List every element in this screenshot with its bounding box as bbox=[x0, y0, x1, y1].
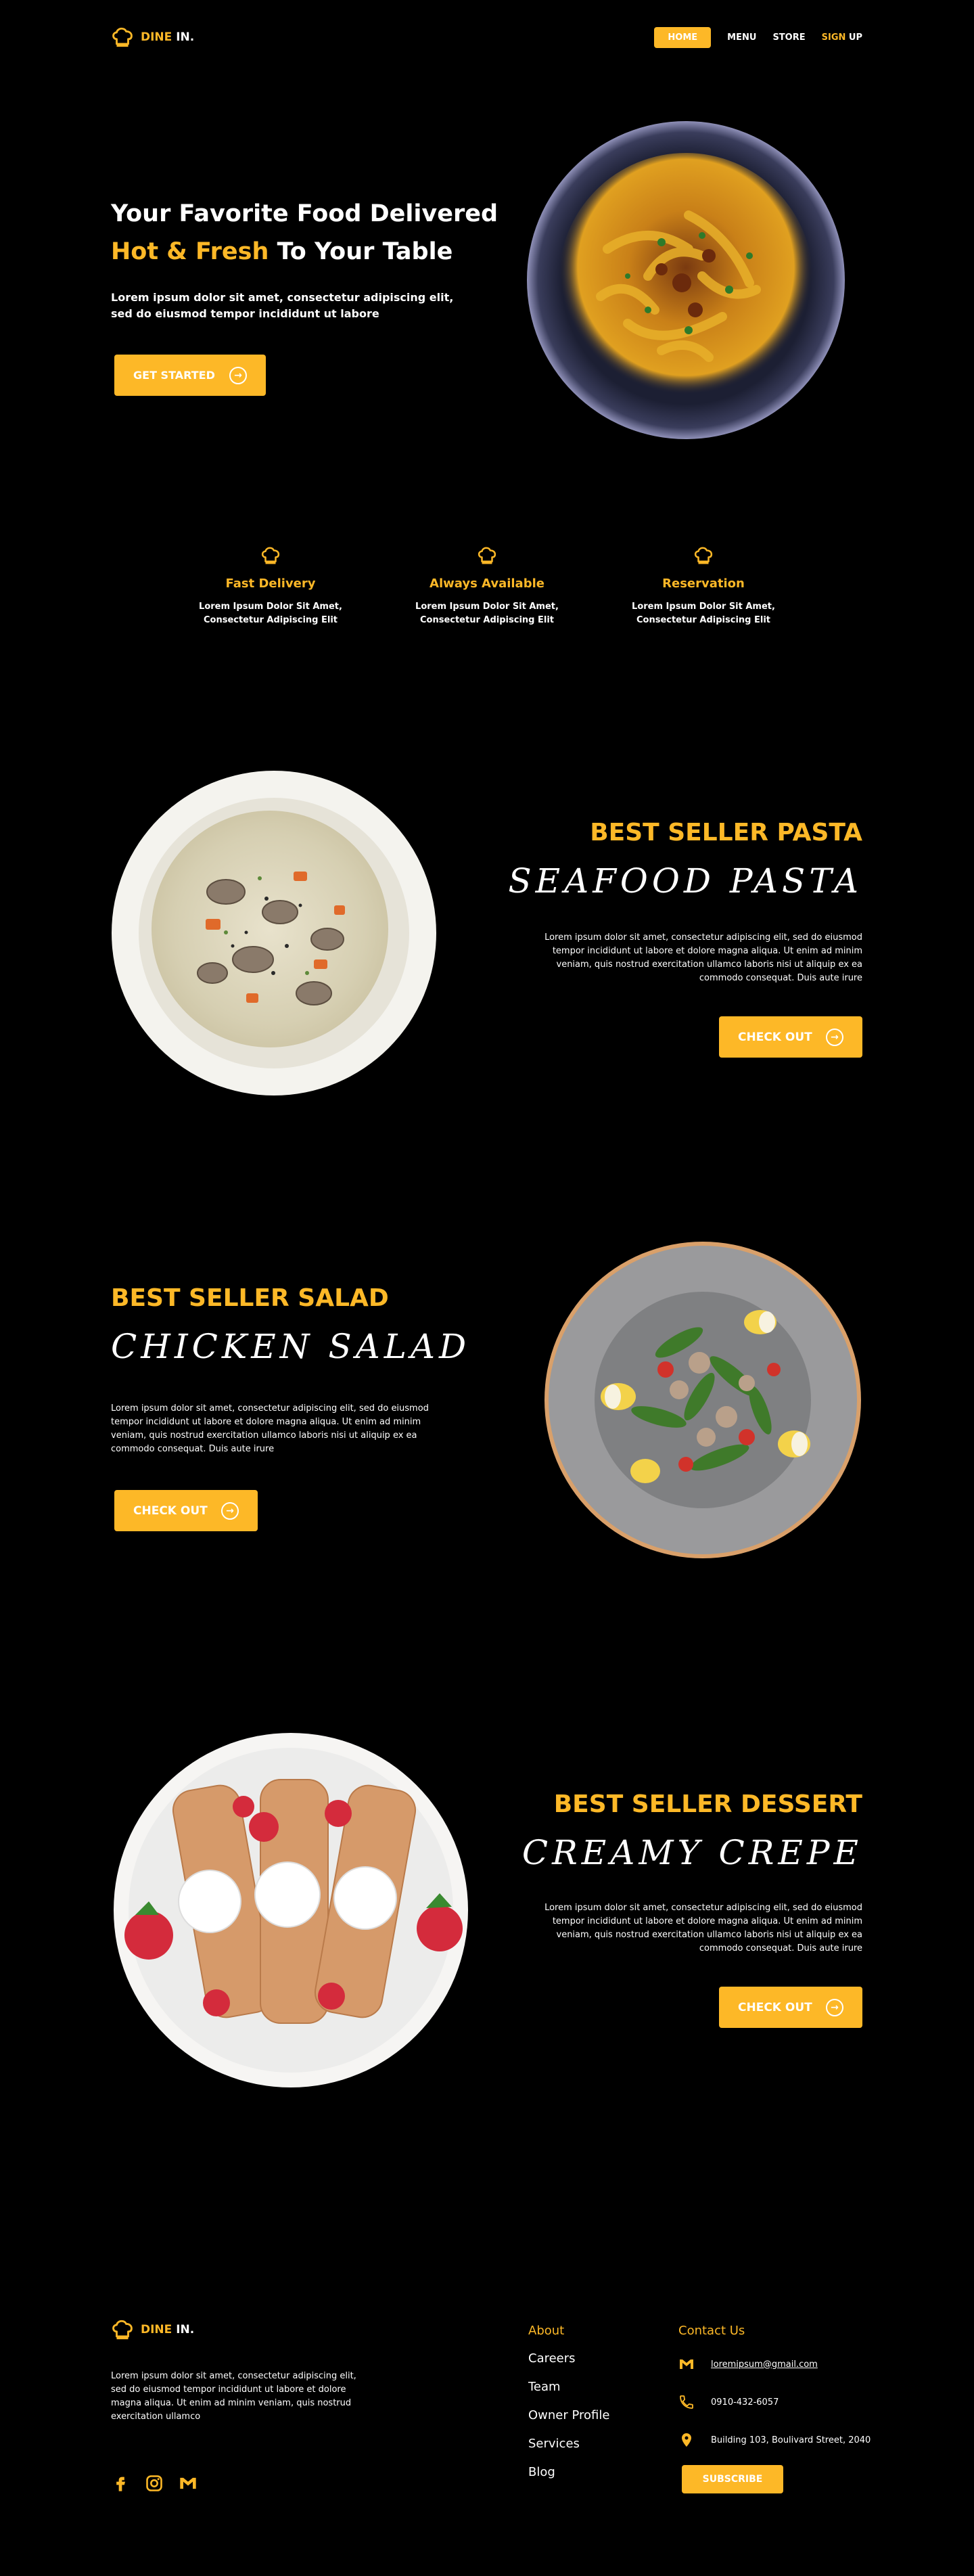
feature-title: Reservation bbox=[662, 577, 745, 591]
footer-link-owner-profile[interactable]: Owner Profile bbox=[528, 2408, 609, 2422]
main-nav: HOME MENU STORE SIGN UP bbox=[654, 27, 862, 48]
nav-home[interactable]: HOME bbox=[654, 27, 712, 48]
footer-contact: Contact Us loremipsum@gmail.com 0910-432… bbox=[678, 2324, 871, 2493]
hero-pasta-image bbox=[526, 120, 845, 440]
phone-text: 0910-432-6057 bbox=[711, 2397, 779, 2408]
section-body: Lorem ipsum dolor sit amet, consectetur … bbox=[111, 1403, 429, 1454]
feature-desc: Lorem Ipsum Dolor Sit Amet, Consectetur … bbox=[632, 602, 775, 625]
section-body: Lorem ipsum dolor sit amet, consectetur … bbox=[544, 932, 862, 983]
address-text: Building 103, Boulivard Street, 2040 bbox=[711, 2435, 871, 2445]
section-title: BEST SELLER DESSERT bbox=[553, 1790, 862, 1818]
get-started-button[interactable]: GET STARTED → bbox=[114, 355, 266, 396]
section-title: BEST SELLER PASTA bbox=[590, 819, 862, 846]
hero-title: Your Favorite Food Delivered Hot & Fresh… bbox=[111, 195, 498, 271]
feature-title: Fast Delivery bbox=[225, 577, 316, 591]
footer-link-team[interactable]: Team bbox=[528, 2380, 609, 2394]
footer-link-careers[interactable]: Careers bbox=[528, 2351, 609, 2366]
footer-link-blog[interactable]: Blog bbox=[528, 2465, 609, 2479]
gmail-icon[interactable] bbox=[179, 2474, 198, 2493]
contact-phone[interactable]: 0910-432-6057 bbox=[678, 2392, 871, 2412]
chef-hat-icon bbox=[478, 547, 496, 564]
location-pin-icon bbox=[682, 2433, 691, 2447]
nav-menu[interactable]: MENU bbox=[727, 32, 756, 43]
brand-name-part1: DINE bbox=[141, 2323, 172, 2336]
arrow-right-icon: → bbox=[826, 1998, 843, 2016]
nav-store[interactable]: STORE bbox=[772, 32, 805, 43]
hero-title-highlight: Hot & Fresh bbox=[111, 238, 269, 265]
section-body: Lorem ipsum dolor sit amet, consectetur … bbox=[544, 1903, 862, 1953]
feature-fast-delivery: Fast Delivery Lorem Ipsum Dolor Sit Amet… bbox=[189, 545, 352, 627]
subscribe-button[interactable]: SUBSCRIBE bbox=[682, 2465, 783, 2493]
chef-hat-icon bbox=[694, 547, 713, 564]
brand-logo[interactable]: DINE IN. bbox=[111, 26, 194, 49]
hero-title-rest: To Your Table bbox=[269, 238, 453, 265]
feature-desc: Lorem Ipsum Dolor Sit Amet, Consectetur … bbox=[415, 602, 559, 625]
feature-always-available: Always Available Lorem Ipsum Dolor Sit A… bbox=[406, 545, 568, 627]
social-links bbox=[111, 2474, 198, 2493]
chef-hat-icon bbox=[112, 2320, 133, 2340]
instagram-icon[interactable] bbox=[145, 2474, 164, 2493]
footer-about: About Careers Team Owner Profile Service… bbox=[528, 2324, 609, 2493]
section-crepe-text: BEST SELLER DESSERT CREAMY CREPE bbox=[457, 1790, 862, 1872]
feature-title: Always Available bbox=[430, 577, 544, 591]
gmail-icon bbox=[680, 2359, 693, 2369]
arrow-right-icon: → bbox=[221, 1501, 239, 1520]
nav-up-text: UP bbox=[845, 32, 862, 43]
about-heading: About bbox=[528, 2324, 565, 2338]
arrow-right-icon: → bbox=[826, 1028, 843, 1046]
section-pasta-text: BEST SELLER PASTA SEAFOOD PASTA bbox=[457, 819, 862, 901]
footer-link-services[interactable]: Services bbox=[528, 2437, 609, 2451]
facebook-icon[interactable] bbox=[111, 2474, 130, 2493]
hero-title-line1: Your Favorite Food Delivered bbox=[111, 200, 498, 227]
contact-heading: Contact Us bbox=[678, 2324, 745, 2338]
section-title: BEST SELLER SALAD bbox=[111, 1284, 389, 1312]
check-out-label: CHECK OUT bbox=[133, 1504, 208, 1518]
chef-hat-icon bbox=[112, 27, 133, 47]
footer-brand-logo[interactable]: DINE IN. bbox=[111, 2318, 194, 2341]
contact-address: Building 103, Boulivard Street, 2040 bbox=[678, 2430, 871, 2450]
check-out-label: CHECK OUT bbox=[738, 1030, 812, 1044]
hero-text: Lorem ipsum dolor sit amet, consectetur … bbox=[111, 291, 454, 320]
dish-name: CREAMY CREPE bbox=[521, 1833, 862, 1872]
dish-name: CHICKEN SALAD bbox=[111, 1327, 471, 1366]
arrow-right-icon: → bbox=[229, 366, 247, 384]
get-started-label: GET STARTED bbox=[133, 369, 215, 382]
chicken-salad-image bbox=[544, 1241, 862, 1559]
contact-email[interactable]: loremipsum@gmail.com bbox=[678, 2354, 871, 2374]
brand-name-part2: IN. bbox=[172, 2323, 195, 2336]
check-out-button[interactable]: CHECK OUT → bbox=[114, 1490, 258, 1531]
brand-name-part1: DINE bbox=[141, 30, 172, 44]
feature-desc: Lorem Ipsum Dolor Sit Amet, Consectetur … bbox=[199, 602, 342, 625]
feature-reservation: Reservation Lorem Ipsum Dolor Sit Amet, … bbox=[622, 545, 785, 627]
nav-signup[interactable]: SIGN UP bbox=[822, 32, 862, 43]
phone-icon bbox=[680, 2395, 693, 2409]
creamy-crepe-image bbox=[108, 1732, 473, 2088]
chef-hat-icon bbox=[261, 547, 280, 564]
check-out-button[interactable]: CHECK OUT → bbox=[719, 1016, 862, 1058]
brand-name-part2: IN. bbox=[172, 30, 195, 44]
section-salad-text: BEST SELLER SALAD CHICKEN SALAD bbox=[111, 1284, 517, 1366]
footer-text: Lorem ipsum dolor sit amet, consectetur … bbox=[111, 2371, 356, 2422]
email-text: loremipsum@gmail.com bbox=[711, 2359, 818, 2370]
seafood-pasta-image bbox=[111, 770, 437, 1096]
check-out-label: CHECK OUT bbox=[738, 2000, 812, 2014]
nav-sign-text: SIGN bbox=[821, 32, 846, 43]
check-out-button[interactable]: CHECK OUT → bbox=[719, 1987, 862, 2028]
dish-name: SEAFOOD PASTA bbox=[508, 861, 862, 901]
